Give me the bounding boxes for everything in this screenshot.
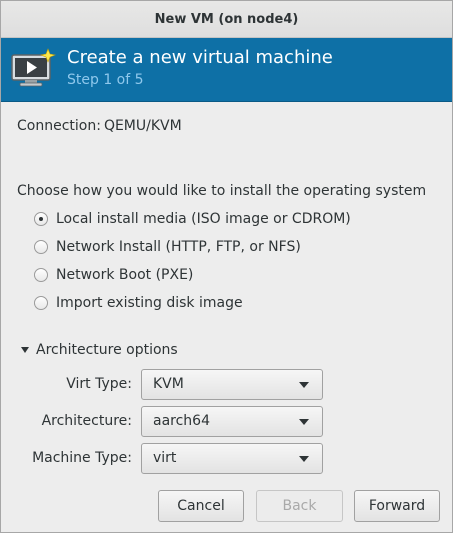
- machine-type-value: virt: [153, 450, 177, 466]
- install-question: Choose how you would like to install the…: [17, 183, 427, 199]
- radio-network-install[interactable]: Network Install (HTTP, FTP, or NFS): [34, 237, 301, 257]
- wizard-banner: Create a new virtual machine Step 1 of 5: [1, 38, 452, 102]
- radio-button[interactable]: [34, 296, 48, 310]
- new-vm-window: New VM (on node4) Create a new virtual m…: [0, 0, 453, 533]
- radio-label[interactable]: Network Install (HTTP, FTP, or NFS): [56, 239, 301, 255]
- radio-button[interactable]: [34, 240, 48, 254]
- wizard-step: Step 1 of 5: [67, 72, 144, 88]
- connection-row: Connection: QEMU/KVM: [17, 118, 182, 134]
- radio-label[interactable]: Local install media (ISO image or CDROM): [56, 211, 351, 227]
- virt-type-label: Virt Type:: [66, 376, 132, 392]
- radio-label[interactable]: Network Boot (PXE): [56, 267, 193, 283]
- radio-network-boot[interactable]: Network Boot (PXE): [34, 265, 193, 285]
- title-bar[interactable]: New VM (on node4): [1, 1, 452, 38]
- back-button[interactable]: Back: [256, 490, 343, 522]
- chevron-down-icon: [299, 382, 309, 388]
- radio-local-media[interactable]: Local install media (ISO image or CDROM): [34, 209, 351, 229]
- virt-type-value: KVM: [153, 376, 184, 392]
- architecture-dropdown[interactable]: aarch64: [141, 406, 323, 437]
- architecture-options-expander[interactable]: Architecture options: [21, 342, 178, 358]
- connection-label: Connection:: [17, 118, 101, 134]
- radio-button-checked[interactable]: [34, 212, 48, 226]
- wizard-heading: Create a new virtual machine: [67, 47, 333, 68]
- forward-button[interactable]: Forward: [354, 490, 440, 522]
- window-title: New VM (on node4): [154, 12, 299, 27]
- architecture-value: aarch64: [153, 413, 210, 429]
- cancel-button[interactable]: Cancel: [158, 490, 244, 522]
- radio-label[interactable]: Import existing disk image: [56, 295, 243, 311]
- expander-arrow-icon: [21, 347, 29, 353]
- connection-value: QEMU/KVM: [103, 118, 182, 134]
- chevron-down-icon: [299, 419, 309, 425]
- radio-import-disk[interactable]: Import existing disk image: [34, 293, 243, 313]
- radio-button[interactable]: [34, 268, 48, 282]
- virt-type-dropdown[interactable]: KVM: [141, 369, 323, 400]
- architecture-label: Architecture:: [41, 413, 132, 429]
- monitor-play-sparkle-icon: [11, 48, 56, 87]
- expander-label[interactable]: Architecture options: [36, 342, 178, 358]
- machine-type-dropdown[interactable]: virt: [141, 443, 323, 474]
- chevron-down-icon: [299, 456, 309, 462]
- machine-type-label: Machine Type:: [32, 450, 132, 466]
